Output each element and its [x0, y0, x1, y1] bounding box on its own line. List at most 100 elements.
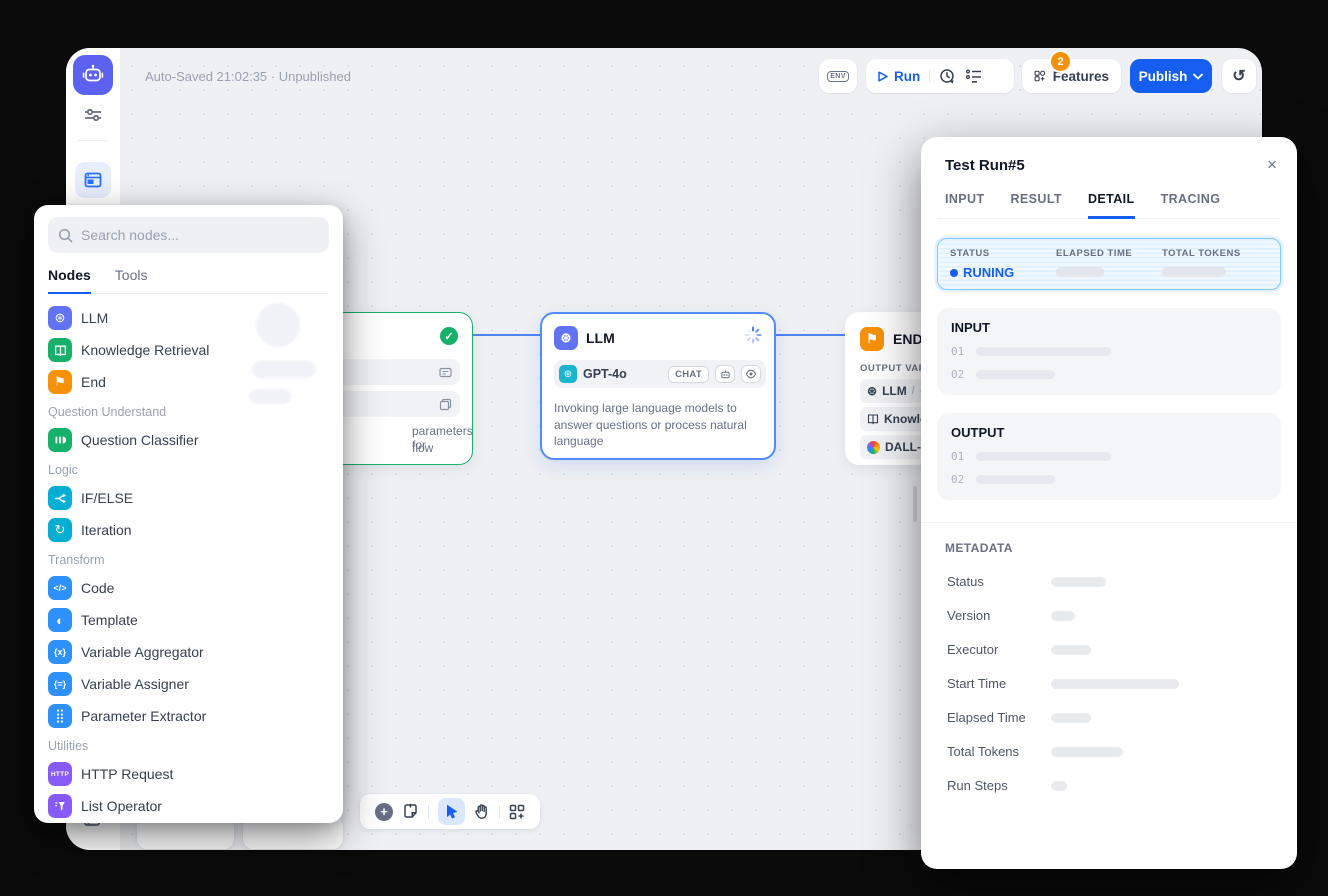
- run-history-clock-icon[interactable]: [939, 68, 956, 85]
- node-item-variable-aggregator[interactable]: {x} Variable Aggregator: [48, 636, 329, 668]
- variable-x-icon: {x}: [48, 640, 72, 664]
- app-logo-robot-icon[interactable]: [73, 55, 113, 95]
- end-node-icon: ⚑: [860, 327, 884, 351]
- tab-tools[interactable]: Tools: [115, 267, 148, 293]
- version-history-button[interactable]: ↺: [1222, 59, 1256, 93]
- running-spinner-icon: [744, 326, 762, 344]
- dalle-icon: [867, 441, 880, 454]
- total-tokens-skeleton: [1162, 267, 1226, 277]
- node-item-end[interactable]: ⚑ End: [48, 366, 329, 398]
- meta-label: Total Tokens: [947, 744, 1051, 759]
- node-item-question-classifier[interactable]: Question Classifier: [48, 424, 329, 456]
- tab-detail[interactable]: DETAIL: [1088, 192, 1135, 219]
- add-note-button[interactable]: [402, 803, 419, 820]
- line-number: 01: [951, 345, 964, 358]
- node-search-input[interactable]: Search nodes...: [48, 217, 329, 253]
- node-item-llm[interactable]: ⊛ LLM: [48, 302, 329, 334]
- filter-icon: [48, 794, 72, 818]
- preview-window-icon[interactable]: [75, 162, 111, 198]
- skeleton-line: [976, 452, 1111, 461]
- tab-result[interactable]: RESULT: [1011, 192, 1062, 218]
- model-name: GPT-4o: [583, 367, 662, 381]
- run-button[interactable]: Run: [876, 69, 920, 84]
- meta-label: Executor: [947, 642, 1051, 657]
- line-number: 02: [951, 473, 964, 486]
- meta-skeleton: [1051, 747, 1123, 757]
- node-item-template[interactable]: ◐ Template: [48, 604, 329, 636]
- pointer-tool-button[interactable]: [438, 798, 465, 825]
- env-button[interactable]: ENV: [819, 59, 857, 93]
- node-item-iteration[interactable]: ↻ Iteration: [48, 514, 329, 546]
- metadata-row: Executor: [937, 642, 1281, 657]
- meta-skeleton: [1051, 645, 1091, 655]
- metadata-row: Status: [937, 574, 1281, 589]
- workflow-settings-icon[interactable]: [82, 105, 104, 125]
- chevron-down-icon: [1193, 73, 1203, 80]
- agent-badge-icon: [715, 365, 735, 383]
- short-text-field-icon: [439, 366, 452, 379]
- publish-button[interactable]: Publish: [1130, 59, 1212, 93]
- node-item-if-else[interactable]: IF/ELSE: [48, 482, 329, 514]
- tab-input[interactable]: INPUT: [945, 192, 985, 218]
- canvas-scroll-indicator[interactable]: [913, 486, 917, 522]
- llm-node[interactable]: ⊛ LLM ⊛ GPT-4o CHAT Invok: [540, 312, 776, 460]
- search-placeholder: Search nodes...: [81, 227, 179, 243]
- input-card: INPUT 01 02: [937, 308, 1281, 395]
- hand-tool-button[interactable]: [474, 803, 490, 820]
- llm-node-icon: ⊛: [554, 326, 578, 350]
- template-icon: ◐: [48, 608, 72, 632]
- run-status-card: STATUS RUNING ELAPSED TIME TOTAL TOKENS: [937, 238, 1281, 290]
- node-item-code[interactable]: </> Code: [48, 572, 329, 604]
- node-item-parameter-extractor[interactable]: ⣿ Parameter Extractor: [48, 700, 329, 732]
- node-item-knowledge-retrieval[interactable]: Knowledge Retrieval: [48, 334, 329, 366]
- play-icon: [876, 70, 889, 83]
- metadata-row: Start Time: [937, 676, 1281, 691]
- search-icon: [58, 228, 73, 243]
- chat-mode-badge: CHAT: [668, 366, 709, 383]
- section-logic: Logic: [48, 456, 329, 482]
- autosave-status: Auto-Saved 21:02:35 · Unpublished: [145, 69, 351, 84]
- meta-skeleton: [1051, 577, 1106, 587]
- elapsed-time-label: ELAPSED TIME: [1056, 248, 1162, 259]
- organize-nodes-button[interactable]: [509, 804, 525, 820]
- meta-label: Run Steps: [947, 778, 1051, 793]
- meta-label: Start Time: [947, 676, 1051, 691]
- close-icon[interactable]: ×: [1267, 155, 1277, 175]
- test-run-panel: Test Run#5 × INPUT RESULT DETAIL TRACING…: [921, 137, 1297, 869]
- panel-title: Test Run#5: [937, 137, 1281, 174]
- edge-start-llm: [473, 334, 540, 336]
- history-icon: ↺: [1232, 66, 1245, 86]
- metadata-row: Run Steps: [937, 778, 1281, 793]
- edge-llm-end: [776, 334, 845, 336]
- node-item-variable-assigner[interactable]: {=} Variable Assigner: [48, 668, 329, 700]
- skeleton-line: [976, 347, 1111, 356]
- slash: /: [912, 385, 915, 397]
- meta-skeleton: [1051, 781, 1067, 791]
- line-number: 02: [951, 368, 964, 381]
- running-dot: [950, 269, 958, 277]
- status-value: RUNING: [963, 265, 1014, 280]
- features-button[interactable]: Features: [1022, 59, 1121, 93]
- metadata-title: METADATA: [937, 523, 1281, 555]
- meta-label: Status: [947, 574, 1051, 589]
- tab-tracing[interactable]: TRACING: [1161, 192, 1221, 218]
- node-search-panel: Search nodes... Nodes Tools ⊛ LLM Knowle…: [34, 205, 343, 823]
- checklist-count-badge: 2: [1051, 52, 1070, 71]
- section-question-understand: Question Understand: [48, 398, 329, 424]
- section-utilities: Utilities: [48, 732, 329, 758]
- node-item-http-request[interactable]: HTTP HTTP Request: [48, 758, 329, 790]
- checklist-icon[interactable]: [965, 68, 983, 84]
- variable-name: LLM: [882, 384, 907, 398]
- env-icon: ENV: [827, 71, 849, 82]
- add-node-button[interactable]: +: [375, 803, 393, 821]
- paragraph-field-icon: [439, 398, 452, 411]
- node-item-list-operator[interactable]: List Operator: [48, 790, 329, 822]
- tab-nodes[interactable]: Nodes: [48, 267, 91, 294]
- sidebar-divider: [78, 140, 108, 141]
- book-icon: [867, 413, 879, 425]
- meta-skeleton: [1051, 679, 1179, 689]
- status-label: STATUS: [950, 248, 1056, 259]
- book-icon: [48, 338, 72, 362]
- llm-model-selector[interactable]: ⊛ GPT-4o CHAT: [554, 360, 766, 388]
- loop-icon: ↻: [48, 518, 72, 542]
